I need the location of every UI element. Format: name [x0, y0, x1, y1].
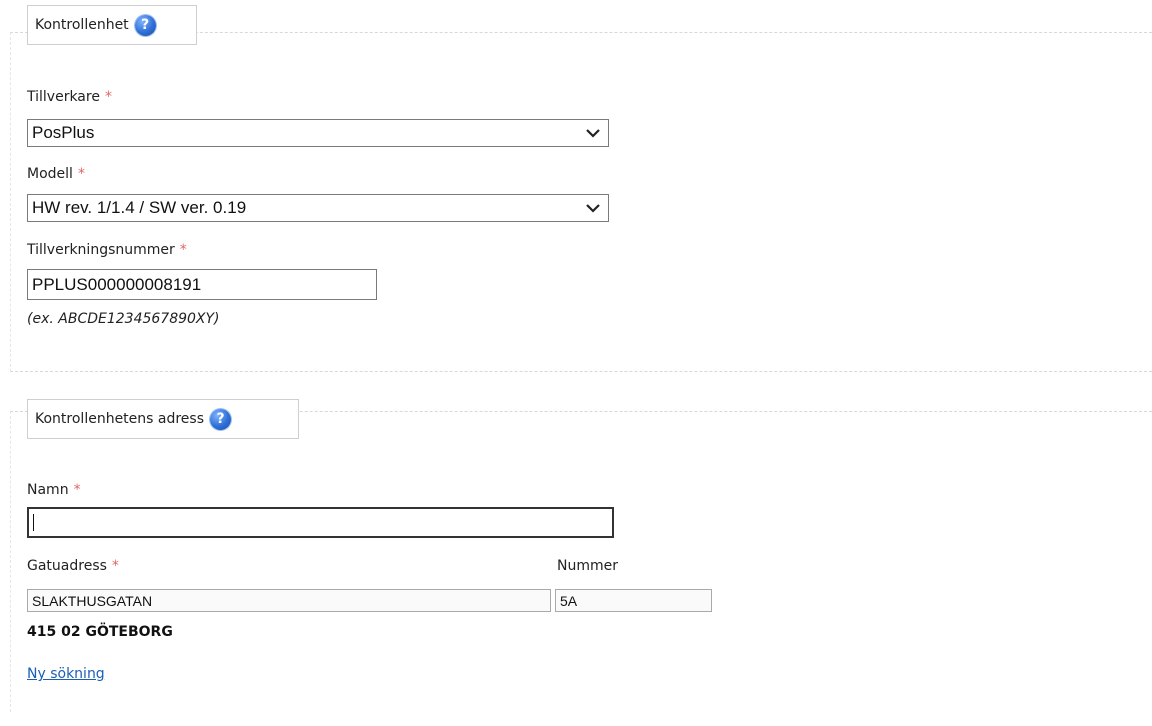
legend-address: Kontrollenhetens adress ?	[27, 399, 299, 439]
new-search-link[interactable]: Ny sökning	[27, 666, 105, 682]
serial-input[interactable]: PPLUS000000008191	[27, 269, 377, 300]
help-icon[interactable]: ?	[134, 14, 156, 36]
street-input[interactable]: SLAKTHUSGATAN	[27, 589, 551, 612]
serial-hint: (ex. ABCDE1234567890XY)	[27, 311, 220, 327]
serial-value: PPLUS000000008191	[32, 274, 202, 294]
postal-code-city: 415 02 GÖTEBORG	[27, 624, 173, 640]
manufacturer-selected: PosPlus	[32, 123, 95, 142]
text-cursor	[33, 514, 34, 531]
manufacturer-label: Tillverkare *	[27, 89, 112, 105]
required-mark: *	[73, 482, 81, 498]
required-mark: *	[77, 166, 85, 182]
chevron-down-icon	[586, 204, 600, 213]
name-input[interactable]	[27, 507, 614, 538]
legend-kontrollenhet: Kontrollenhet ?	[27, 5, 197, 45]
street-label: Gatuadress *	[27, 558, 119, 574]
serial-label: Tillverkningsnummer *	[27, 242, 187, 258]
model-selected: HW rev. 1/1.4 / SW ver. 0.19	[32, 198, 247, 217]
required-mark: *	[179, 242, 187, 258]
model-label: Modell *	[27, 166, 85, 182]
model-select[interactable]: HW rev. 1/1.4 / SW ver. 0.19	[27, 194, 609, 222]
manufacturer-select[interactable]: PosPlus	[27, 119, 609, 147]
street-value: SLAKTHUSGATAN	[32, 592, 153, 609]
number-input[interactable]: 5A	[555, 589, 712, 612]
number-label: Nummer	[557, 558, 618, 574]
legend-title: Kontrollenhetens adress	[35, 411, 205, 427]
legend-title: Kontrollenhet	[35, 17, 129, 33]
name-label: Namn *	[27, 482, 81, 498]
required-mark: *	[104, 89, 112, 105]
help-icon[interactable]: ?	[210, 408, 232, 430]
number-value: 5A	[560, 592, 578, 609]
chevron-down-icon	[586, 129, 600, 138]
required-mark: *	[111, 558, 119, 574]
